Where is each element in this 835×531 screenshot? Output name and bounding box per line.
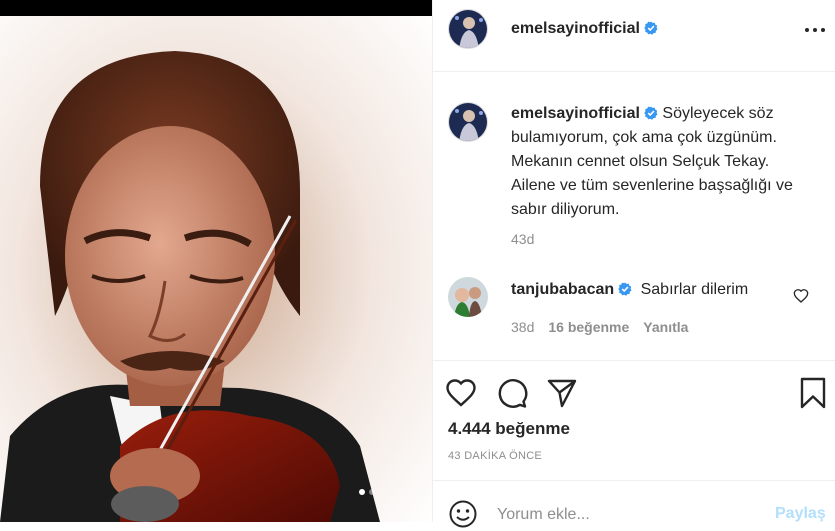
heart-icon[interactable]: [445, 377, 477, 409]
comment-text: Sabırlar dilerim: [640, 281, 749, 298]
post-photo[interactable]: [0, 16, 432, 522]
carousel-dot-active: [359, 489, 365, 495]
reply-button[interactable]: Yanıtla: [643, 319, 688, 335]
post-header: emelsayinofficial: [433, 0, 835, 72]
author-username[interactable]: emelsayinofficial: [511, 20, 640, 37]
author-username-row: emelsayinofficial: [511, 20, 658, 38]
verified-badge-icon: [644, 21, 658, 35]
comment-meta: 38d 16 beğenme Yanıtla: [511, 319, 688, 335]
post-likes-count[interactable]: 4.444 beğenme: [448, 419, 570, 439]
verified-badge-icon: [618, 282, 632, 296]
caption-timestamp[interactable]: 43d: [511, 231, 534, 247]
comment-timestamp[interactable]: 38d: [511, 319, 534, 335]
verified-badge-icon: [644, 106, 658, 120]
comment-form: Paylaş: [433, 480, 835, 531]
bookmark-icon[interactable]: [797, 377, 829, 409]
photo-pane: [0, 0, 432, 522]
comment-text-block: tanjubabacan Sabırlar dilerim: [511, 281, 748, 299]
more-options-icon[interactable]: [804, 22, 826, 38]
share-icon[interactable]: [546, 377, 578, 409]
comment-input[interactable]: [495, 499, 769, 531]
action-bar: [433, 360, 835, 409]
caption-username[interactable]: emelsayinofficial: [511, 105, 640, 122]
author-avatar[interactable]: [448, 9, 488, 49]
post-comment-button[interactable]: Paylaş: [775, 505, 826, 523]
comment-username[interactable]: tanjubabacan: [511, 281, 614, 298]
caption-author-avatar[interactable]: [448, 102, 488, 142]
comment-heart-icon[interactable]: [793, 288, 809, 304]
commenter-avatar[interactable]: [448, 277, 488, 317]
comment-icon[interactable]: [496, 377, 528, 409]
post-timestamp[interactable]: 43 DAKİKA ÖNCE: [448, 450, 542, 462]
emoji-icon[interactable]: [448, 499, 478, 529]
comment-likes[interactable]: 16 beğenme: [548, 319, 629, 335]
carousel-dot: [369, 489, 375, 495]
caption-text-block: emelsayinofficial Söyleyecek söz bulamıy…: [511, 102, 816, 222]
carousel-indicator: [359, 489, 375, 495]
post-side-panel: emelsayinofficial emelsayinofficial Söyl…: [432, 0, 835, 531]
